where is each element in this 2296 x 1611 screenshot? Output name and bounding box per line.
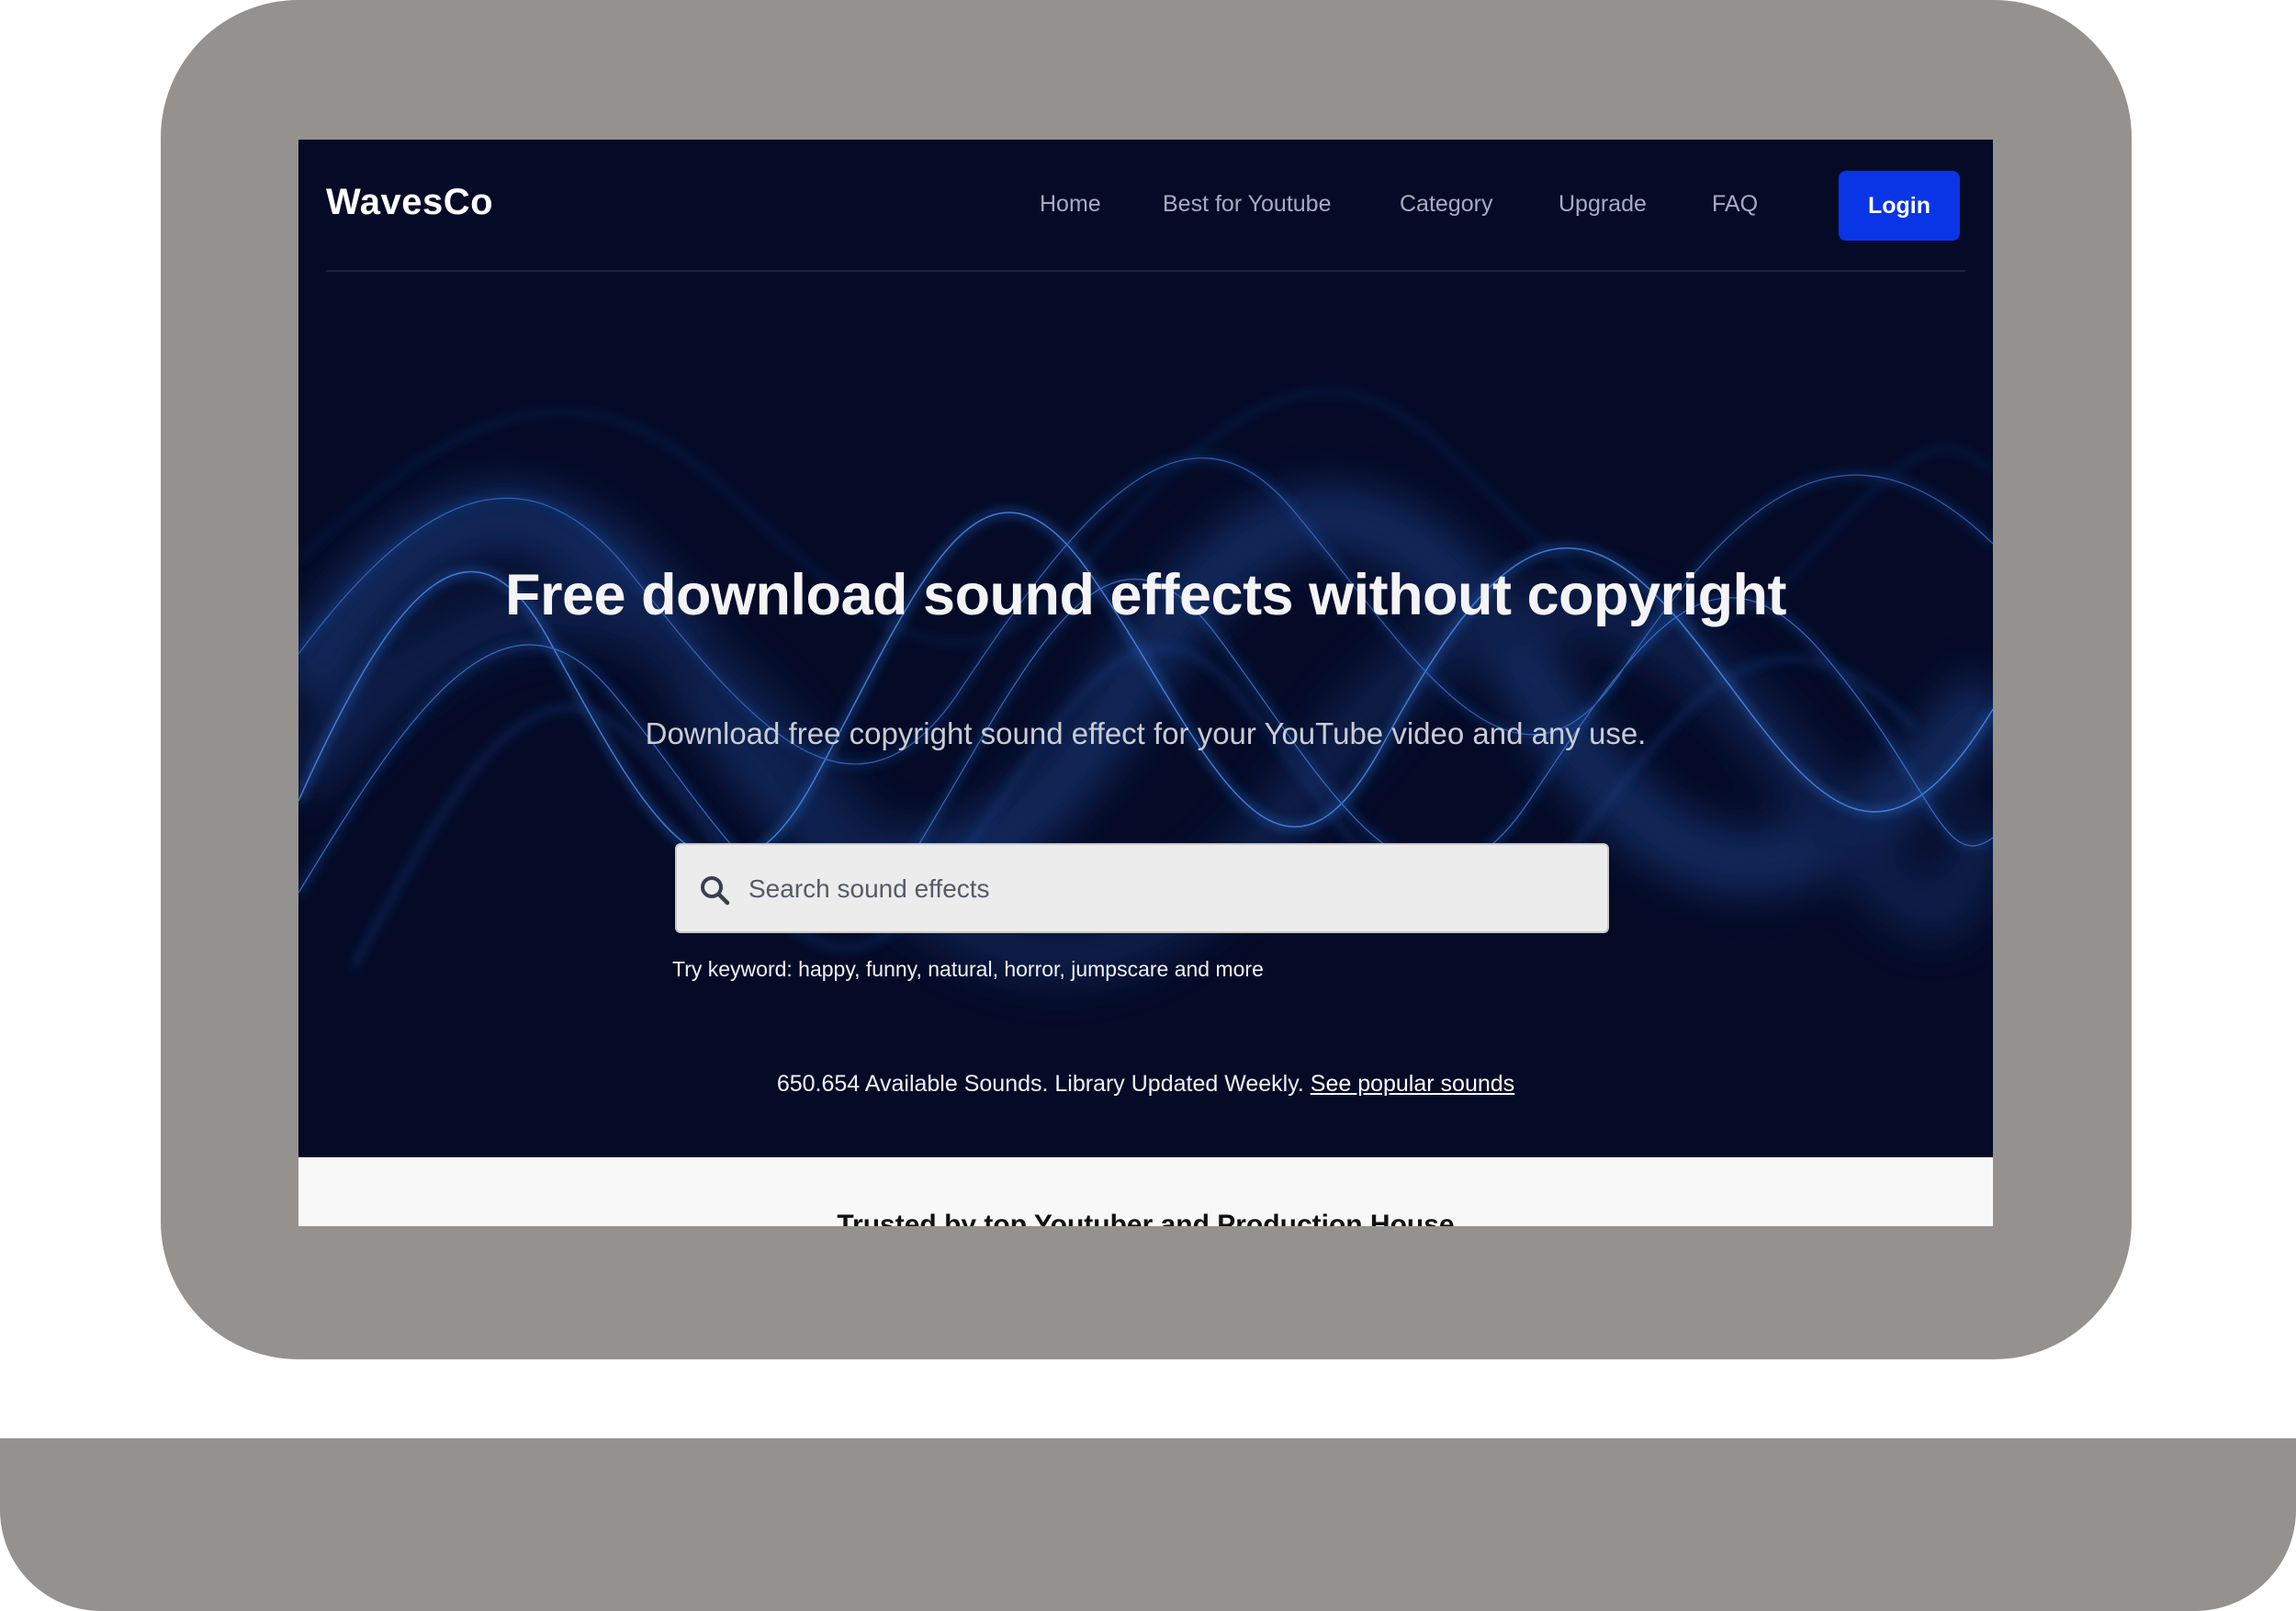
search-box[interactable] (675, 843, 1609, 933)
laptop-base (0, 1438, 2296, 1611)
nav-faq[interactable]: FAQ (1712, 191, 1758, 218)
see-popular-sounds-link[interactable]: See popular sounds (1311, 1071, 1514, 1097)
nav-best-for-youtube[interactable]: Best for Youtube (1163, 191, 1331, 218)
sound-wave-background (298, 390, 1993, 983)
laptop-screen: WavesCo Home Best for Youtube Category U… (298, 140, 1993, 1226)
nav-upgrade[interactable]: Upgrade (1559, 191, 1647, 218)
hero-headline: Free download sound effects without copy… (504, 563, 1787, 627)
page-canvas: WavesCo Home Best for Youtube Category U… (0, 0, 2296, 1611)
search-input[interactable] (747, 862, 1577, 917)
nav-divider (326, 270, 1965, 272)
login-button[interactable]: Login (1839, 171, 1960, 241)
nav-category[interactable]: Category (1400, 191, 1492, 218)
nav-links: Home Best for Youtube Category Upgrade F… (298, 191, 1993, 228)
nav-home[interactable]: Home (1040, 191, 1101, 218)
navbar: WavesCo Home Best for Youtube Category U… (298, 140, 1993, 270)
library-stats-text: 650.654 Available Sounds. Library Update… (776, 1071, 1311, 1097)
search-icon[interactable] (699, 874, 730, 906)
hero-subline: Download free copyright sound effect for… (645, 716, 1647, 750)
keyword-hint: Try keyword: happy, funny, natural, horr… (672, 957, 1264, 981)
library-stats: 650.654 Available Sounds. Library Update… (298, 1071, 1993, 1098)
trusted-by-title: Trusted by top Youtuber and Production H… (837, 1210, 1455, 1226)
hero-section: WavesCo Home Best for Youtube Category U… (298, 140, 1993, 1157)
